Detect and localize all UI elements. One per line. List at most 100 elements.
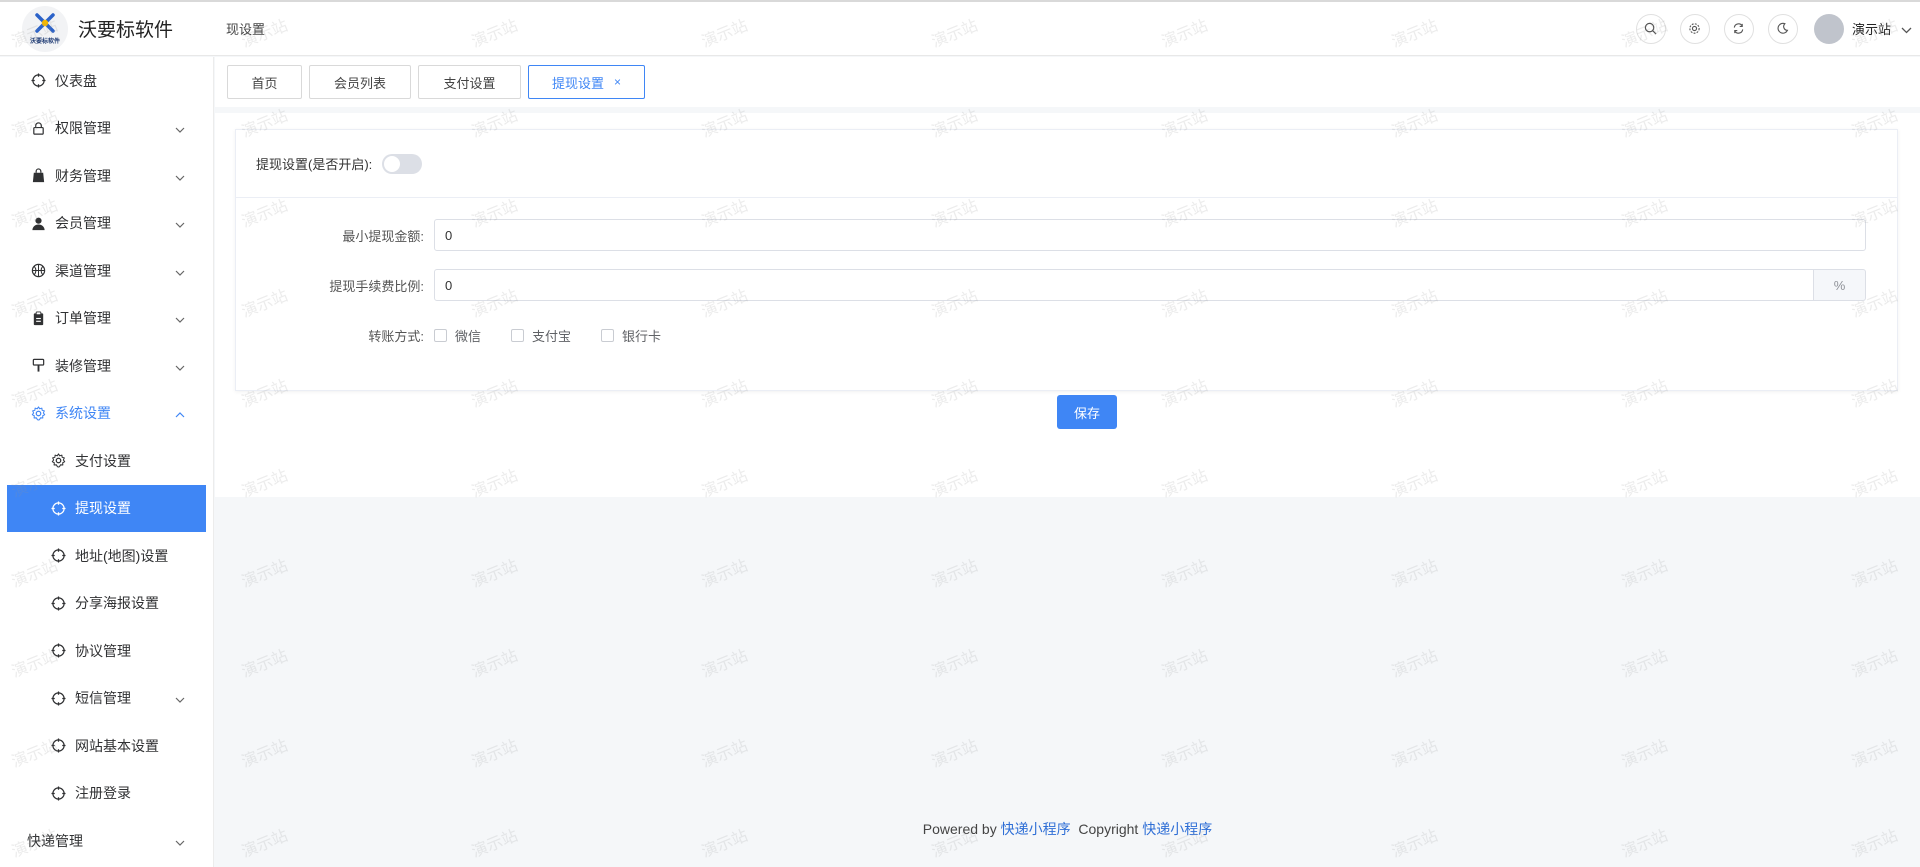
basketball-icon — [30, 263, 46, 279]
sidebar-subitem-share-poster-settings[interactable]: 分享海报设置 — [0, 580, 213, 628]
sidebar-item-label: 网站基本设置 — [75, 737, 159, 754]
settings-button[interactable] — [1679, 13, 1710, 44]
card-header: 提现设置(是否开启): — [236, 130, 1897, 198]
search-icon — [1645, 22, 1657, 35]
logo-icon — [34, 12, 56, 34]
save-button[interactable]: 保存 — [1057, 395, 1117, 429]
tab-label: 首页 — [251, 75, 278, 91]
logo-small-text: 沃要标软件 — [29, 39, 60, 45]
lock-icon — [30, 120, 46, 136]
checkbox-wechat[interactable]: 微信 — [434, 326, 481, 345]
gear-icon — [30, 405, 46, 421]
sidebar-item-channels[interactable]: 渠道管理 — [0, 247, 213, 295]
sidebar-subitem-address-map-settings[interactable]: 地址(地图)设置 — [0, 532, 213, 580]
withdraw-settings-card: 提现设置(是否开启): 最小提现金额: 0 提现手续费比例: 0 % 转账方式:… — [235, 129, 1898, 391]
sidebar-item-dashboard[interactable]: 仪表盘 — [0, 57, 213, 105]
sidebar-subitem-register-login[interactable]: 注册登录 — [0, 770, 213, 818]
sidebar-item-label: 系统设置 — [55, 405, 111, 422]
tab-bar: 首页 会员列表 支付设置 提现设置 × — [215, 57, 1920, 107]
sidebar-item-decoration[interactable]: 装修管理 — [0, 342, 213, 390]
crosshair-icon — [50, 785, 66, 801]
checkbox-box — [434, 328, 447, 342]
chevron-down-icon — [175, 310, 185, 326]
user-name[interactable]: 演示站 — [1852, 19, 1891, 38]
sidebar-item-label: 地址(地图)设置 — [75, 547, 169, 564]
fee-label: 提现手续费比例: — [329, 278, 424, 294]
checkbox-alipay[interactable]: 支付宝 — [511, 326, 571, 345]
chevron-down-icon[interactable] — [1901, 21, 1912, 37]
crosshair-icon — [50, 643, 66, 659]
sidebar-item-finance[interactable]: 财务管理 — [0, 152, 213, 200]
footer-link-1[interactable]: 快递小程序 — [1001, 821, 1071, 837]
gear-icon — [1689, 23, 1701, 34]
app-title: 沃要标软件 — [78, 20, 174, 41]
tab-label: 支付设置 — [443, 75, 496, 91]
sidebar-item-label: 装修管理 — [55, 357, 111, 374]
fee-input[interactable]: 0 — [434, 269, 1814, 301]
sidebar-subitem-agreement-management[interactable]: 协议管理 — [0, 627, 213, 675]
tab-payment-settings[interactable]: 支付设置 — [418, 65, 521, 99]
avatar[interactable] — [1813, 13, 1844, 44]
chevron-up-icon — [175, 405, 185, 421]
brush-icon — [30, 358, 46, 374]
gear-icon — [50, 453, 66, 469]
settings-panel: 提现设置(是否开启): 最小提现金额: 0 提现手续费比例: 0 % 转账方式:… — [215, 113, 1920, 497]
sidebar-item-label: 协议管理 — [75, 642, 131, 659]
sidebar-item-express[interactable]: 快递管理 — [0, 817, 213, 865]
refresh-button[interactable] — [1723, 13, 1754, 44]
sidebar-item-members[interactable]: 会员管理 — [0, 200, 213, 248]
fee-unit: % — [1814, 269, 1866, 301]
withdraw-enable-switch[interactable] — [382, 153, 423, 174]
footer-link-2[interactable]: 快递小程序 — [1142, 821, 1212, 837]
sidebar-item-label: 短信管理 — [75, 690, 131, 707]
sidebar-subitem-withdraw-settings[interactable]: 提现设置 — [7, 484, 206, 532]
sidebar-item-label: 权限管理 — [55, 120, 111, 137]
breadcrumb: 现设置 — [226, 22, 266, 37]
min-amount-input[interactable]: 0 — [434, 219, 1866, 251]
close-icon[interactable]: × — [614, 75, 621, 89]
sidebar-item-label: 渠道管理 — [55, 262, 111, 279]
sidebar: 仪表盘权限管理财务管理会员管理渠道管理订单管理装修管理系统设置 支付设置 提现设置… — [0, 57, 214, 867]
refresh-icon — [1734, 23, 1744, 34]
transfer-label: 转账方式: — [368, 328, 424, 344]
chevron-down-icon — [175, 833, 185, 849]
dark-mode-button[interactable] — [1767, 13, 1798, 44]
chevron-down-icon — [175, 358, 185, 374]
moon-icon — [1778, 22, 1789, 34]
switch-knob — [384, 155, 401, 172]
search-button[interactable] — [1635, 13, 1666, 44]
logo-area[interactable]: 沃要标软件 沃要标软件 — [0, 2, 214, 55]
footer-powered-by: Powered by — [922, 821, 997, 837]
sidebar-subitem-site-basic-settings[interactable]: 网站基本设置 — [0, 722, 213, 770]
user-icon — [30, 215, 46, 231]
bag-icon — [30, 168, 46, 184]
min-amount-label: 最小提现金额: — [342, 228, 424, 244]
sidebar-subitem-payment-settings[interactable]: 支付设置 — [0, 437, 213, 485]
sidebar-item-system-settings[interactable]: 系统设置 — [0, 390, 213, 438]
sidebar-item-label: 注册登录 — [75, 785, 131, 802]
chevron-down-icon — [175, 120, 185, 136]
tab-label: 提现设置 — [551, 75, 604, 91]
fee-row: 提现手续费比例: 0 % — [236, 269, 1897, 301]
checkbox-bank-card[interactable]: 银行卡 — [601, 326, 661, 345]
logo: 沃要标软件 — [22, 5, 68, 52]
transfer-row: 转账方式: 微信 支付宝 银行卡 — [236, 319, 1897, 351]
tab-home[interactable]: 首页 — [227, 65, 302, 99]
chevron-down-icon — [175, 215, 185, 231]
sidebar-item-label: 订单管理 — [55, 310, 111, 327]
checkbox-box — [601, 328, 615, 342]
sidebar-item-label: 财务管理 — [55, 167, 111, 184]
tab-label: 会员列表 — [333, 75, 386, 91]
sidebar-item-orders[interactable]: 订单管理 — [0, 295, 213, 343]
crosshair-icon — [50, 738, 66, 754]
main-content: 首页 会员列表 支付设置 提现设置 × 提现设置(是否开启): 最小提现金额: … — [215, 57, 1920, 867]
switch-label: 提现设置(是否开启): — [256, 157, 373, 172]
checkbox-label: 支付宝 — [532, 328, 572, 344]
sidebar-item-label: 会员管理 — [55, 215, 111, 232]
crosshair-icon — [30, 73, 46, 89]
tab-withdraw-settings[interactable]: 提现设置 × — [528, 65, 645, 99]
top-bar: 沃要标软件 沃要标软件 现设置 演示站 — [0, 0, 1920, 56]
tab-member-list[interactable]: 会员列表 — [309, 65, 411, 99]
sidebar-item-permissions[interactable]: 权限管理 — [0, 105, 213, 153]
sidebar-subitem-sms-management[interactable]: 短信管理 — [0, 675, 213, 723]
